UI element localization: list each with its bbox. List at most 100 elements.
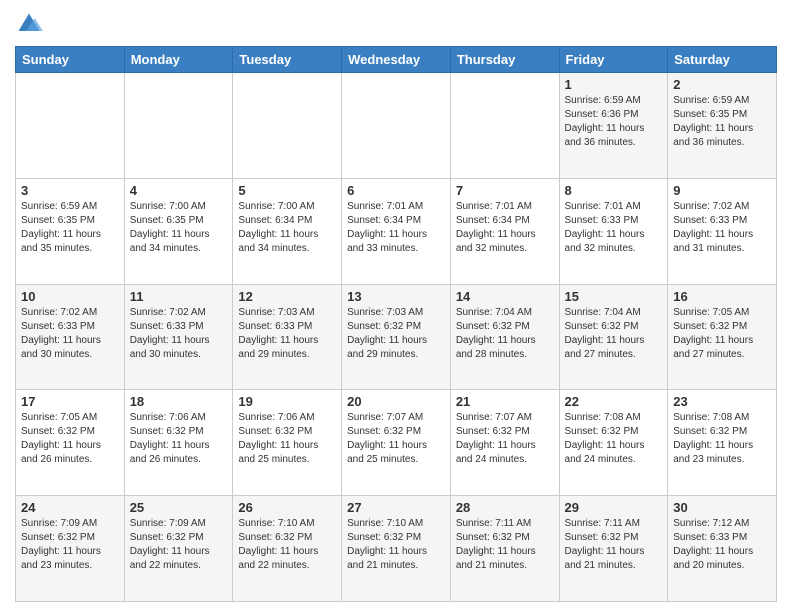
day-cell: 5 Sunrise: 7:00 AM Sunset: 6:34 PM Daylig…	[233, 178, 342, 284]
day-cell: 3 Sunrise: 6:59 AM Sunset: 6:35 PM Daylig…	[16, 178, 125, 284]
day-detail: Sunrise: 7:03 AM Sunset: 6:32 PM Dayligh…	[347, 306, 445, 362]
day-detail: Sunrise: 7:04 AM Sunset: 6:32 PM Dayligh…	[456, 306, 554, 362]
day-number: 1	[565, 77, 663, 92]
day-detail: Sunrise: 7:07 AM Sunset: 6:32 PM Dayligh…	[347, 411, 445, 467]
day-detail: Sunrise: 7:05 AM Sunset: 6:32 PM Dayligh…	[673, 306, 771, 362]
day-detail: Sunrise: 7:06 AM Sunset: 6:32 PM Dayligh…	[238, 411, 336, 467]
day-cell: 12 Sunrise: 7:03 AM Sunset: 6:33 PM Dayli…	[233, 284, 342, 390]
day-number: 17	[21, 394, 119, 409]
day-cell: 8 Sunrise: 7:01 AM Sunset: 6:33 PM Daylig…	[559, 178, 668, 284]
day-cell: 11Sunrise: 7:02 AM Sunset: 6:33 PM Dayli…	[124, 284, 233, 390]
day-cell	[450, 73, 559, 179]
day-cell: 13 Sunrise: 7:03 AM Sunset: 6:32 PM Dayli…	[342, 284, 451, 390]
day-number: 23	[673, 394, 771, 409]
day-cell: 22 Sunrise: 7:08 AM Sunset: 6:32 PM Dayli…	[559, 390, 668, 496]
day-number: 2	[673, 77, 771, 92]
day-cell: 29 Sunrise: 7:11 AM Sunset: 6:32 PM Dayli…	[559, 496, 668, 602]
weekday-header-wednesday: Wednesday	[342, 47, 451, 73]
day-detail: Sunrise: 7:02 AM Sunset: 6:33 PM Dayligh…	[21, 306, 119, 362]
day-detail: Sunrise: 7:11 AM Sunset: 6:32 PM Dayligh…	[565, 517, 663, 573]
day-number: 5	[238, 183, 336, 198]
day-number: 25	[130, 500, 228, 515]
day-number: 22	[565, 394, 663, 409]
weekday-header-monday: Monday	[124, 47, 233, 73]
day-cell: 21 Sunrise: 7:07 AM Sunset: 6:32 PM Dayli…	[450, 390, 559, 496]
day-number: 24	[21, 500, 119, 515]
weekday-header-friday: Friday	[559, 47, 668, 73]
day-cell: 9 Sunrise: 7:02 AM Sunset: 6:33 PM Daylig…	[668, 178, 777, 284]
header	[15, 10, 777, 38]
day-cell	[233, 73, 342, 179]
day-number: 8	[565, 183, 663, 198]
day-detail: Sunrise: 7:00 AM Sunset: 6:35 PM Dayligh…	[130, 200, 228, 256]
day-cell	[342, 73, 451, 179]
day-number: 21	[456, 394, 554, 409]
day-cell: 4 Sunrise: 7:00 AM Sunset: 6:35 PM Daylig…	[124, 178, 233, 284]
day-cell: 30 Sunrise: 7:12 AM Sunset: 6:33 PM Dayli…	[668, 496, 777, 602]
day-cell: 6Sunrise: 7:01 AM Sunset: 6:34 PM Daylig…	[342, 178, 451, 284]
day-number: 13	[347, 289, 445, 304]
day-detail: Sunrise: 7:11 AM Sunset: 6:32 PM Dayligh…	[456, 517, 554, 573]
day-number: 11	[130, 289, 228, 304]
week-row-4: 17 Sunrise: 7:05 AM Sunset: 6:32 PM Dayli…	[16, 390, 777, 496]
day-detail: Sunrise: 7:02 AM Sunset: 6:33 PM Dayligh…	[673, 200, 771, 256]
day-detail: Sunrise: 6:59 AM Sunset: 6:35 PM Dayligh…	[673, 94, 771, 150]
day-detail: Sunrise: 7:12 AM Sunset: 6:33 PM Dayligh…	[673, 517, 771, 573]
weekday-header-tuesday: Tuesday	[233, 47, 342, 73]
weekday-header-sunday: Sunday	[16, 47, 125, 73]
day-cell: 1Sunrise: 6:59 AM Sunset: 6:36 PM Daylig…	[559, 73, 668, 179]
day-detail: Sunrise: 7:10 AM Sunset: 6:32 PM Dayligh…	[238, 517, 336, 573]
day-number: 3	[21, 183, 119, 198]
day-number: 28	[456, 500, 554, 515]
day-number: 9	[673, 183, 771, 198]
week-row-3: 10 Sunrise: 7:02 AM Sunset: 6:33 PM Dayli…	[16, 284, 777, 390]
day-cell: 10 Sunrise: 7:02 AM Sunset: 6:33 PM Dayli…	[16, 284, 125, 390]
day-detail: Sunrise: 7:05 AM Sunset: 6:32 PM Dayligh…	[21, 411, 119, 467]
day-detail: Sunrise: 7:10 AM Sunset: 6:32 PM Dayligh…	[347, 517, 445, 573]
weekday-header-thursday: Thursday	[450, 47, 559, 73]
day-detail: Sunrise: 7:09 AM Sunset: 6:32 PM Dayligh…	[21, 517, 119, 573]
day-number: 15	[565, 289, 663, 304]
day-cell: 25 Sunrise: 7:09 AM Sunset: 6:32 PM Dayli…	[124, 496, 233, 602]
day-number: 18	[130, 394, 228, 409]
day-detail: Sunrise: 7:04 AM Sunset: 6:32 PM Dayligh…	[565, 306, 663, 362]
week-row-5: 24 Sunrise: 7:09 AM Sunset: 6:32 PM Dayli…	[16, 496, 777, 602]
day-detail: Sunrise: 7:01 AM Sunset: 6:33 PM Dayligh…	[565, 200, 663, 256]
day-detail: Sunrise: 7:01 AM Sunset: 6:34 PM Dayligh…	[456, 200, 554, 256]
day-detail: Sunrise: 7:07 AM Sunset: 6:32 PM Dayligh…	[456, 411, 554, 467]
day-detail: Sunrise: 7:08 AM Sunset: 6:32 PM Dayligh…	[673, 411, 771, 467]
day-detail: Sunrise: 7:00 AM Sunset: 6:34 PM Dayligh…	[238, 200, 336, 256]
day-cell: 28 Sunrise: 7:11 AM Sunset: 6:32 PM Dayli…	[450, 496, 559, 602]
logo-icon	[15, 10, 43, 38]
day-cell: 20 Sunrise: 7:07 AM Sunset: 6:32 PM Dayli…	[342, 390, 451, 496]
day-detail: Sunrise: 7:08 AM Sunset: 6:32 PM Dayligh…	[565, 411, 663, 467]
day-number: 10	[21, 289, 119, 304]
day-cell: 7 Sunrise: 7:01 AM Sunset: 6:34 PM Daylig…	[450, 178, 559, 284]
day-number: 7	[456, 183, 554, 198]
day-number: 29	[565, 500, 663, 515]
day-number: 20	[347, 394, 445, 409]
day-cell: 17 Sunrise: 7:05 AM Sunset: 6:32 PM Dayli…	[16, 390, 125, 496]
day-cell: 23 Sunrise: 7:08 AM Sunset: 6:32 PM Dayli…	[668, 390, 777, 496]
day-cell	[16, 73, 125, 179]
day-number: 6	[347, 183, 445, 198]
day-number: 4	[130, 183, 228, 198]
weekday-header-saturday: Saturday	[668, 47, 777, 73]
day-detail: Sunrise: 7:03 AM Sunset: 6:33 PM Dayligh…	[238, 306, 336, 362]
day-cell: 2 Sunrise: 6:59 AM Sunset: 6:35 PM Daylig…	[668, 73, 777, 179]
day-cell: 18 Sunrise: 7:06 AM Sunset: 6:32 PM Dayli…	[124, 390, 233, 496]
day-number: 30	[673, 500, 771, 515]
day-number: 27	[347, 500, 445, 515]
day-cell	[124, 73, 233, 179]
day-number: 12	[238, 289, 336, 304]
week-row-1: 1Sunrise: 6:59 AM Sunset: 6:36 PM Daylig…	[16, 73, 777, 179]
day-number: 19	[238, 394, 336, 409]
day-detail: Sunrise: 7:09 AM Sunset: 6:32 PM Dayligh…	[130, 517, 228, 573]
day-number: 14	[456, 289, 554, 304]
day-cell: 24 Sunrise: 7:09 AM Sunset: 6:32 PM Dayli…	[16, 496, 125, 602]
day-cell: 16 Sunrise: 7:05 AM Sunset: 6:32 PM Dayli…	[668, 284, 777, 390]
logo	[15, 10, 47, 38]
day-number: 16	[673, 289, 771, 304]
day-detail: Sunrise: 6:59 AM Sunset: 6:35 PM Dayligh…	[21, 200, 119, 256]
day-detail: Sunrise: 7:06 AM Sunset: 6:32 PM Dayligh…	[130, 411, 228, 467]
